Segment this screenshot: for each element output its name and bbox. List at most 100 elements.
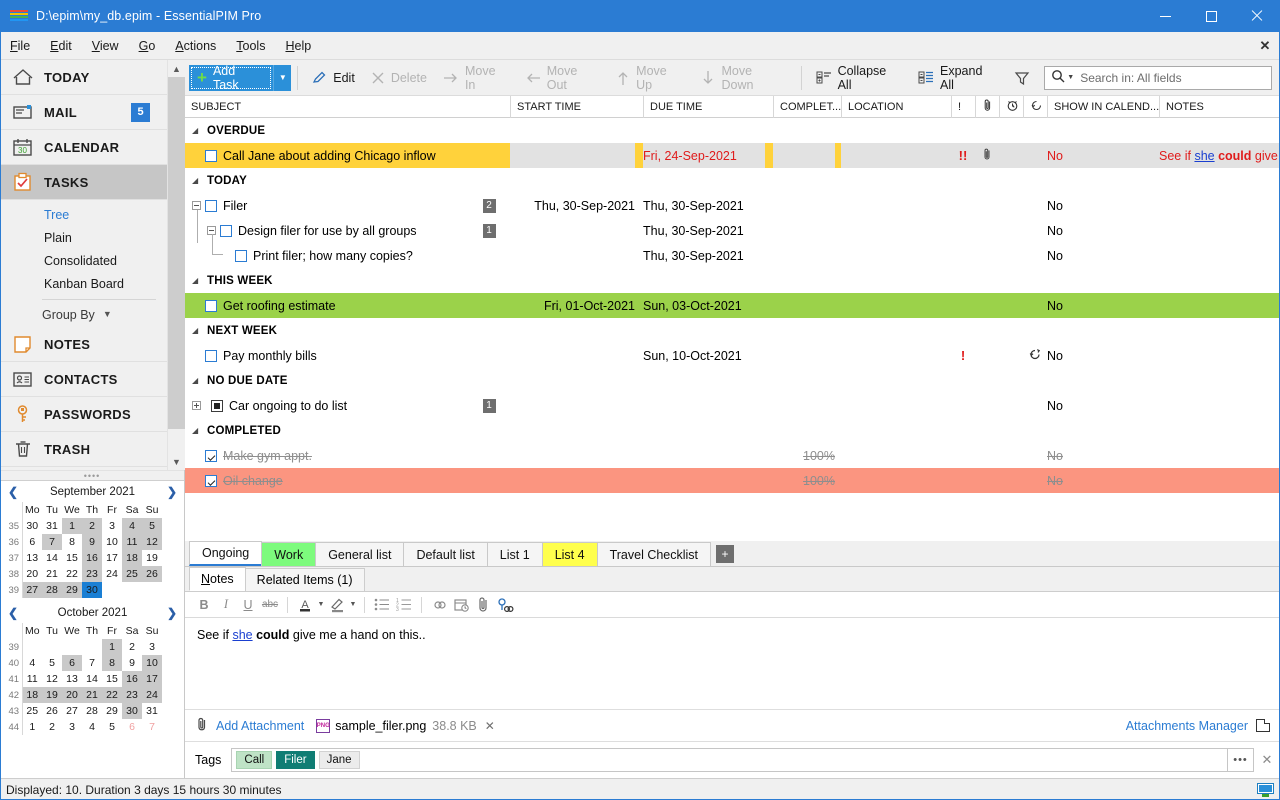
calendar-day-cell[interactable]: 11 bbox=[22, 671, 42, 687]
sidebar-resize-handle[interactable]: •••• bbox=[0, 470, 184, 480]
calendar-day-cell[interactable]: 4 bbox=[122, 518, 142, 534]
add-task-button[interactable]: + Add Task bbox=[189, 65, 273, 91]
task-group-header[interactable]: ◢TODAY bbox=[185, 168, 1280, 193]
calendar-day-cell[interactable]: 4 bbox=[22, 655, 42, 671]
italic-icon[interactable]: I bbox=[215, 595, 237, 615]
tab-related-items[interactable]: Related Items (1) bbox=[245, 568, 365, 591]
chevron-down-icon[interactable]: ▼ bbox=[316, 601, 326, 608]
calendar-day-cell[interactable]: 17 bbox=[102, 550, 122, 566]
task-list[interactable]: ◢OVERDUECall Jane about adding Chicago i… bbox=[185, 118, 1280, 541]
sidebar-scrollbar[interactable]: ▲ ▼ bbox=[167, 60, 184, 470]
calendar-day-cell[interactable]: 2 bbox=[82, 518, 102, 534]
calendar-day-cell[interactable]: 14 bbox=[42, 550, 62, 566]
search-scope-dropdown-icon[interactable]: ▼ bbox=[1067, 74, 1074, 81]
bold-icon[interactable]: B bbox=[193, 595, 215, 615]
column-header-start-time[interactable]: START TIME bbox=[510, 96, 643, 118]
calendar-day-cell[interactable]: 10 bbox=[102, 534, 122, 550]
calendar-day-cell[interactable]: 25 bbox=[22, 703, 42, 719]
insert-date-icon[interactable] bbox=[450, 595, 472, 615]
calendar-day-cell[interactable]: 7 bbox=[142, 719, 162, 735]
calendar-day-cell[interactable]: 5 bbox=[42, 655, 62, 671]
calendar-day-cell[interactable]: 3 bbox=[142, 639, 162, 655]
menu-help[interactable]: Help bbox=[275, 35, 321, 57]
calendar-day-cell[interactable]: 31 bbox=[42, 518, 62, 534]
highlight-color-icon[interactable] bbox=[326, 595, 348, 615]
group-collapse-icon[interactable]: ◢ bbox=[192, 326, 201, 335]
task-checkbox[interactable] bbox=[205, 200, 217, 212]
calendar-day-cell[interactable]: 2 bbox=[42, 719, 62, 735]
scroll-up-icon[interactable]: ▲ bbox=[168, 60, 185, 77]
move-down-button[interactable]: Move Down bbox=[693, 64, 794, 92]
column-header-complet[interactable]: COMPLET... bbox=[773, 96, 841, 118]
menu-edit[interactable]: Edit bbox=[40, 35, 82, 57]
task-checkbox[interactable] bbox=[220, 225, 232, 237]
group-collapse-icon[interactable]: ◢ bbox=[192, 276, 201, 285]
calendar-day-cell[interactable]: 23 bbox=[122, 687, 142, 703]
column-header-due-time[interactable]: DUE TIME bbox=[643, 96, 773, 118]
move-out-button[interactable]: Move Out bbox=[517, 64, 608, 92]
strikethrough-icon[interactable]: abc bbox=[259, 595, 281, 615]
task-view-plain[interactable]: Plain bbox=[0, 227, 168, 250]
task-row[interactable]: Get roofing estimateFri, 01-Oct-2021Sun,… bbox=[185, 293, 1280, 318]
menu-tools[interactable]: Tools bbox=[226, 35, 275, 57]
sidebar-item-notes[interactable]: NOTES bbox=[0, 327, 168, 362]
notes-editor[interactable]: See if she could give me a hand on this.… bbox=[185, 618, 1280, 710]
task-notes-link[interactable]: she bbox=[1194, 149, 1214, 163]
task-row[interactable]: Oil change100%No bbox=[185, 468, 1280, 493]
delete-button[interactable]: Delete bbox=[363, 64, 435, 92]
list-tab-default-list[interactable]: Default list bbox=[403, 542, 487, 566]
task-row[interactable]: Car ongoing to do list1No bbox=[185, 393, 1280, 418]
move-up-button[interactable]: Move Up bbox=[608, 64, 693, 92]
task-row[interactable]: Print filer; how many copies?Thu, 30-Sep… bbox=[185, 243, 1280, 268]
calendar-day-cell[interactable]: 22 bbox=[102, 687, 122, 703]
calendar-day-cell[interactable]: 14 bbox=[82, 671, 102, 687]
calendar-day-cell[interactable]: 13 bbox=[22, 550, 42, 566]
tags-clear-icon[interactable]: ✕ bbox=[1254, 752, 1280, 768]
filter-button[interactable] bbox=[1006, 64, 1044, 92]
calendar-day-cell[interactable]: 12 bbox=[42, 671, 62, 687]
sidebar-item-calendar[interactable]: 30 CALENDAR bbox=[0, 130, 168, 165]
column-header-show-in-calend[interactable]: SHOW IN CALEND... bbox=[1047, 96, 1159, 118]
tag-chip[interactable]: Jane bbox=[319, 751, 360, 769]
calendar-day-cell[interactable]: 15 bbox=[102, 671, 122, 687]
column-header-alarm-icon[interactable] bbox=[999, 96, 1023, 118]
scrollbar-thumb[interactable] bbox=[168, 77, 185, 429]
add-list-button[interactable]: + bbox=[716, 545, 734, 563]
calendar-day-cell[interactable]: 26 bbox=[142, 566, 162, 582]
attach-icon[interactable] bbox=[472, 595, 494, 615]
calendar-day-cell[interactable]: 12 bbox=[142, 534, 162, 550]
group-by-control[interactable]: Group By▼ bbox=[0, 303, 168, 325]
prev-month-icon[interactable]: ❮ bbox=[6, 606, 20, 620]
add-task-dropdown[interactable]: ▼ bbox=[273, 65, 291, 91]
task-checkbox[interactable] bbox=[205, 300, 217, 312]
calendar-day-cell[interactable]: 5 bbox=[102, 719, 122, 735]
task-row[interactable]: Design filer for use by all groups1Thu, … bbox=[185, 218, 1280, 243]
task-expander-icon[interactable] bbox=[192, 401, 201, 410]
task-checkbox[interactable] bbox=[205, 475, 217, 487]
calendar-day-cell[interactable]: 21 bbox=[42, 566, 62, 582]
tab-notes[interactable]: Notes bbox=[189, 567, 246, 591]
task-group-header[interactable]: ◢COMPLETED bbox=[185, 418, 1280, 443]
task-view-kanban-board[interactable]: Kanban Board bbox=[0, 273, 168, 296]
task-checkbox[interactable] bbox=[205, 350, 217, 362]
calendar-day-cell[interactable]: 13 bbox=[62, 671, 82, 687]
task-row[interactable]: Filer2Thu, 30-Sep-2021Thu, 30-Sep-2021No bbox=[185, 193, 1280, 218]
note-link[interactable]: she bbox=[232, 628, 252, 642]
task-group-header[interactable]: ◢NEXT WEEK bbox=[185, 318, 1280, 343]
sidebar-item-tasks[interactable]: TASKS bbox=[0, 165, 168, 200]
close-button[interactable] bbox=[1234, 0, 1280, 32]
calendar-day-cell[interactable]: 8 bbox=[102, 655, 122, 671]
bullet-list-icon[interactable] bbox=[371, 595, 393, 615]
add-attachment-button[interactable]: Add Attachment bbox=[216, 719, 304, 733]
column-header-[interactable]: ! bbox=[951, 96, 975, 118]
list-tab-list-1[interactable]: List 1 bbox=[487, 542, 543, 566]
task-checkbox[interactable] bbox=[211, 400, 223, 412]
menu-view[interactable]: View bbox=[82, 35, 129, 57]
calendar-day-cell[interactable]: 7 bbox=[42, 534, 62, 550]
search-input[interactable]: Search in: All fields bbox=[1080, 71, 1181, 85]
task-group-header[interactable]: ◢THIS WEEK bbox=[185, 268, 1280, 293]
task-group-header[interactable]: ◢NO DUE DATE bbox=[185, 368, 1280, 393]
calendar-day-cell[interactable]: 23 bbox=[82, 566, 102, 582]
task-checkbox[interactable] bbox=[205, 150, 217, 162]
attachments-manager-link[interactable]: Attachments Manager bbox=[1126, 719, 1248, 733]
